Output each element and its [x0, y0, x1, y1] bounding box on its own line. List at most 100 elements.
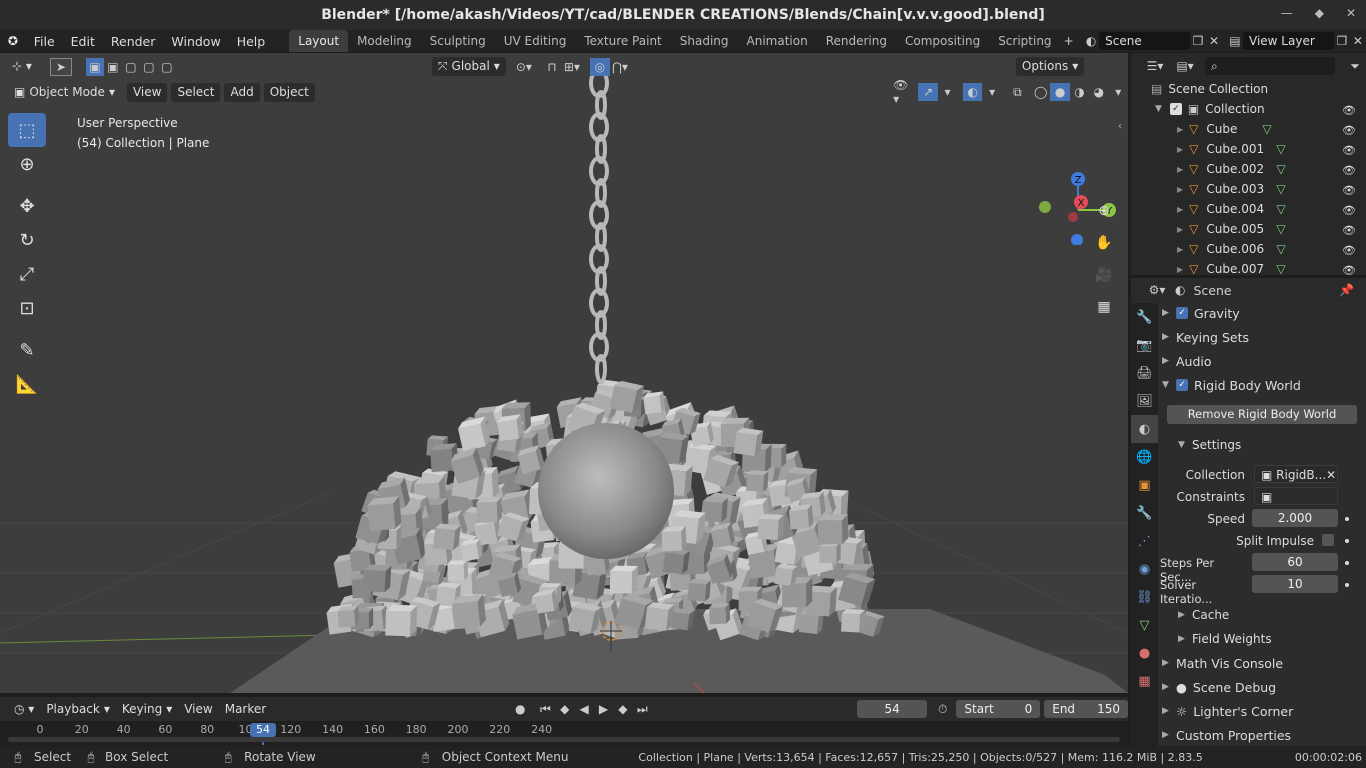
- delete-view-layer-icon[interactable]: ✕: [1350, 32, 1366, 50]
- tab-rendering[interactable]: Rendering: [817, 30, 896, 52]
- editor-type-selector[interactable]: ⊹ ▾: [6, 57, 38, 76]
- select-intersect-icon[interactable]: ▢: [158, 58, 176, 76]
- outliner-object-item[interactable]: ▶ ▽ Cube.003 ▽ 👁: [1131, 179, 1366, 199]
- menu-help[interactable]: Help: [229, 34, 274, 49]
- play-icon[interactable]: ▶: [594, 700, 613, 718]
- overlays-dropdown-icon[interactable]: ▾: [982, 83, 1001, 101]
- current-frame-field[interactable]: 54: [857, 700, 928, 718]
- math-vis-console-panel[interactable]: ▶ Math Vis Console: [1162, 652, 1360, 674]
- expand-icon[interactable]: ▶: [1177, 265, 1183, 274]
- select-invert-icon[interactable]: ▢: [140, 58, 158, 76]
- marker-menu[interactable]: Marker: [219, 702, 272, 716]
- outliner-object-item[interactable]: ▶ ▽ Cube.005 ▽ 👁: [1131, 219, 1366, 239]
- constraints-tab-icon[interactable]: ⛓: [1131, 583, 1158, 611]
- gizmo-neg-z[interactable]: [1071, 234, 1083, 245]
- mode-dropdown[interactable]: ▣ Object Mode ▾: [8, 83, 121, 102]
- outliner-search-input[interactable]: ⌕: [1205, 57, 1335, 75]
- eye-icon[interactable]: 👁: [1342, 244, 1356, 257]
- output-tab-icon[interactable]: 🖨: [1131, 359, 1158, 387]
- transform-orientation-dropdown[interactable]: ⤧ Global ▾: [431, 57, 506, 76]
- mesh-data-icon[interactable]: ▽: [1276, 182, 1285, 196]
- cube[interactable]: [476, 496, 503, 523]
- filter-icon[interactable]: ⏷: [1345, 57, 1365, 75]
- eye-icon[interactable]: 👁: [1342, 104, 1356, 117]
- cube[interactable]: [460, 538, 483, 562]
- next-keyframe-icon[interactable]: ◆: [613, 700, 632, 718]
- tab-texture-paint[interactable]: Texture Paint: [575, 30, 670, 52]
- menu-edit[interactable]: Edit: [63, 34, 103, 49]
- delete-scene-icon[interactable]: ✕: [1206, 32, 1222, 50]
- cube[interactable]: [644, 602, 675, 632]
- outliner-editor-type-icon[interactable]: ☰▾: [1145, 57, 1165, 75]
- zoom-icon[interactable]: ⊕: [1092, 199, 1116, 223]
- close-button[interactable]: ✕: [1346, 6, 1356, 20]
- solid-shading-icon[interactable]: ●: [1050, 83, 1070, 101]
- 3d-viewport[interactable]: ⊹ ▾ ➤ ▣ ▣ ▢ ▢ ▢ ⤧ Global ▾ ⊙▾ ⊓ ⊞▾ ◎ ⋂▾ …: [0, 53, 1128, 693]
- material-tab-icon[interactable]: ●: [1131, 639, 1158, 667]
- world-tab-icon[interactable]: 🌐: [1131, 443, 1158, 471]
- tab-modeling[interactable]: Modeling: [348, 30, 421, 52]
- tab-uv-editing[interactable]: UV Editing: [495, 30, 576, 52]
- expand-icon[interactable]: ▶: [1177, 225, 1183, 234]
- rendered-shading-icon[interactable]: ◕: [1089, 83, 1108, 101]
- start-frame-field[interactable]: Start 0: [956, 700, 1041, 718]
- split-impulse-keyframe-dot[interactable]: [1345, 539, 1349, 543]
- cube[interactable]: [733, 427, 764, 457]
- playback-menu[interactable]: Playback ▾: [40, 700, 116, 719]
- tool-tab-icon[interactable]: 🔧: [1131, 303, 1158, 331]
- settings-subpanel[interactable]: ▼ Settings: [1178, 434, 1366, 456]
- minimize-button[interactable]: —: [1281, 6, 1293, 20]
- viewport-menu-view[interactable]: View: [126, 82, 168, 102]
- outliner-object-item[interactable]: ▶ ▽ Cube.006 ▽ 👁: [1131, 239, 1366, 259]
- select-box-tool[interactable]: ⬚: [8, 113, 46, 147]
- tab-scripting[interactable]: Scripting: [989, 30, 1060, 52]
- mesh-data-icon[interactable]: ▽: [1276, 162, 1285, 176]
- tab-layout[interactable]: Layout: [289, 30, 349, 52]
- add-workspace-icon[interactable]: +: [1061, 32, 1077, 50]
- chain[interactable]: [589, 68, 609, 384]
- texture-tab-icon[interactable]: ▦: [1131, 667, 1158, 695]
- cube[interactable]: [609, 565, 638, 594]
- timeline-ruler[interactable]: 0 20 40 60 80 100 120 140 160 180 200 220 240 54: [0, 721, 1128, 745]
- audio-panel[interactable]: ▶ Audio: [1162, 350, 1360, 372]
- properties-editor-type-icon[interactable]: ⚙▾: [1147, 281, 1167, 299]
- tab-shading[interactable]: Shading: [671, 30, 738, 52]
- select-new-icon[interactable]: ▣: [85, 57, 104, 76]
- new-scene-icon[interactable]: ❐: [1190, 32, 1206, 50]
- cache-subpanel[interactable]: ▶ Cache: [1178, 604, 1366, 626]
- split-impulse-checkbox[interactable]: [1322, 534, 1334, 546]
- cube[interactable]: [447, 559, 469, 582]
- speed-keyframe-dot[interactable]: [1345, 517, 1349, 521]
- wrecking-ball[interactable]: [538, 423, 674, 559]
- visibility-icon[interactable]: 👁▾: [893, 78, 912, 106]
- shading-dropdown-icon[interactable]: ▾: [1109, 83, 1128, 101]
- cube[interactable]: [774, 563, 798, 586]
- snap-toggle-icon[interactable]: ⊓: [542, 58, 562, 76]
- cube[interactable]: [337, 605, 360, 628]
- blender-logo-icon[interactable]: ✪: [0, 32, 26, 50]
- mesh-data-icon[interactable]: ▽: [1276, 142, 1285, 156]
- preview-range-icon[interactable]: ⏱: [933, 700, 952, 718]
- select-extend-icon[interactable]: ▣: [104, 58, 122, 76]
- menu-file[interactable]: File: [26, 34, 63, 49]
- outliner-object-item[interactable]: ▶ ▽ Cube.001 ▽ 👁: [1131, 139, 1366, 159]
- field-weights-subpanel[interactable]: ▶ Field Weights: [1178, 628, 1366, 650]
- outliner-scene-collection[interactable]: ▤ Scene Collection: [1131, 79, 1366, 99]
- cube[interactable]: [817, 513, 849, 545]
- modifier-tab-icon[interactable]: 🔧: [1131, 499, 1158, 527]
- material-shading-icon[interactable]: ◑: [1070, 83, 1089, 101]
- cube[interactable]: [643, 391, 666, 415]
- select-subtract-icon[interactable]: ▢: [122, 58, 140, 76]
- expand-icon[interactable]: ▶: [1177, 145, 1183, 154]
- steps-per-second-field[interactable]: 60: [1252, 553, 1338, 571]
- gravity-panel[interactable]: ▶ ✓ Gravity: [1162, 302, 1360, 324]
- outliner-object-item[interactable]: ▶ ▽ Cube.002 ▽ 👁: [1131, 159, 1366, 179]
- cube[interactable]: [662, 548, 690, 575]
- expand-icon[interactable]: ▶: [1177, 185, 1183, 194]
- camera-view-icon[interactable]: 🎥: [1092, 263, 1116, 287]
- eye-icon[interactable]: 👁: [1342, 144, 1356, 157]
- prev-keyframe-icon[interactable]: ◆: [555, 700, 574, 718]
- mesh-data-icon[interactable]: ▽: [1262, 122, 1271, 136]
- speed-field[interactable]: 2.000: [1252, 509, 1338, 527]
- mesh-data-icon[interactable]: ▽: [1276, 242, 1285, 256]
